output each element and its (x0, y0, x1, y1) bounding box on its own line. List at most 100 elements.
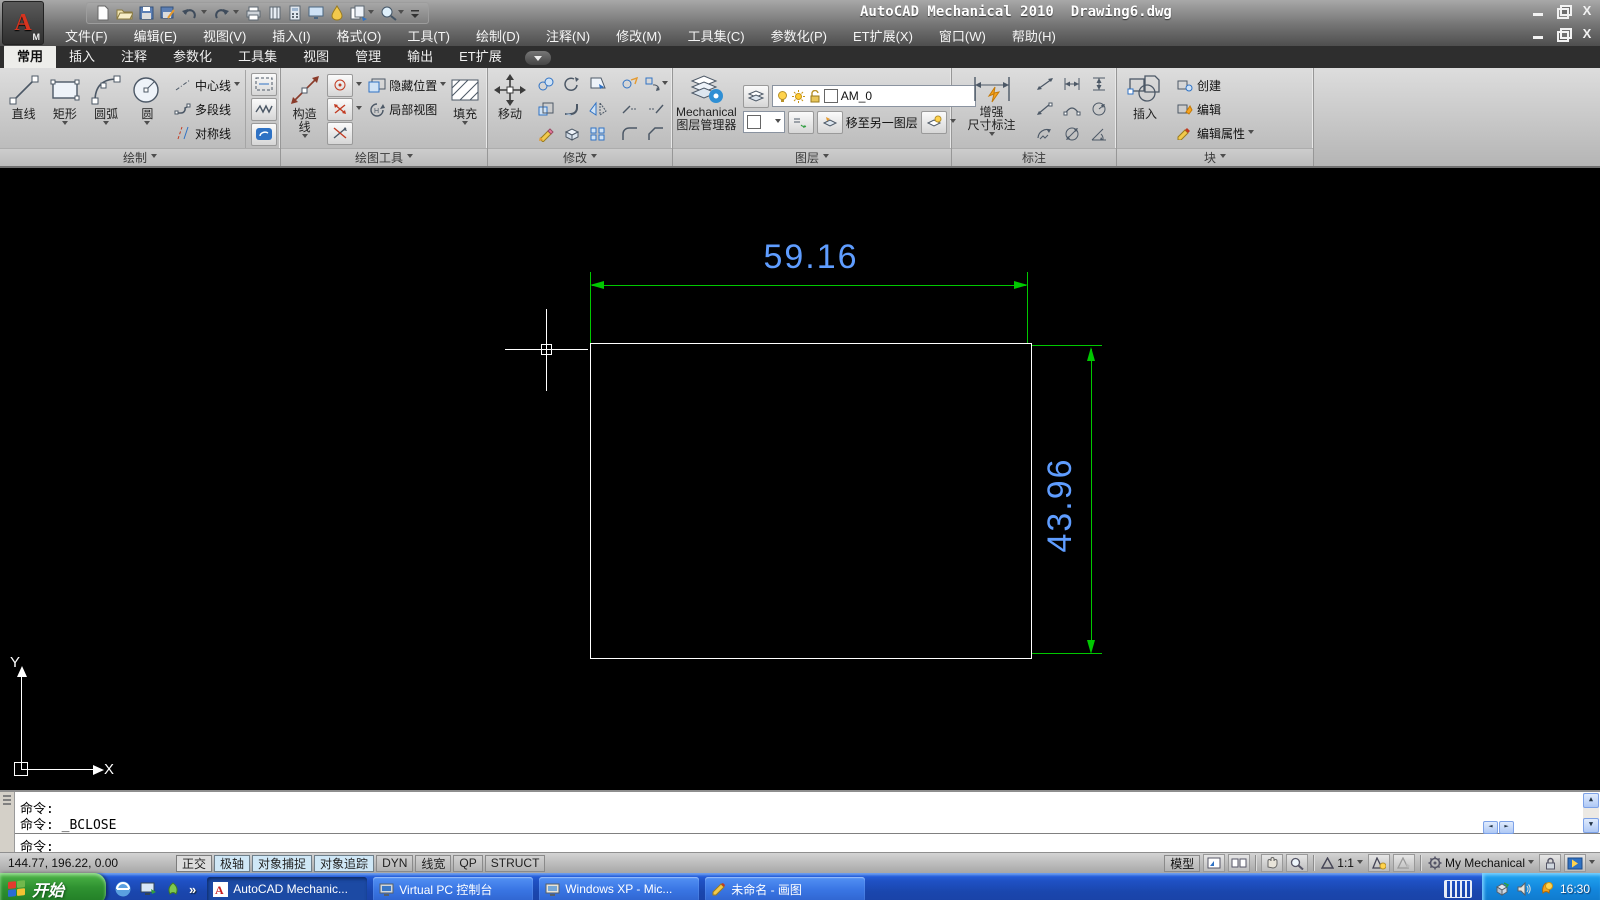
dim-baseline-button[interactable] (1032, 97, 1058, 122)
ribbon-tab-output[interactable]: 输出 (394, 44, 446, 68)
menu-draw[interactable]: 绘制(D) (463, 24, 533, 47)
ribbon-tab-toolsets[interactable]: 工具集 (225, 44, 290, 68)
stretch-button[interactable] (585, 72, 611, 97)
layer-isolate-button[interactable] (920, 110, 947, 134)
qat-customize-icon[interactable] (410, 5, 420, 21)
dim-radius-button[interactable] (1086, 97, 1112, 122)
restore-button[interactable] (1556, 5, 1572, 19)
menu-parametric[interactable]: 参数化(P) (758, 24, 840, 47)
layer-select-combo[interactable]: AM_0 (771, 85, 976, 107)
menu-toolsets[interactable]: 工具集(C) (675, 24, 758, 47)
menu-format[interactable]: 格式(O) (324, 24, 395, 47)
change-to-current-layer-button[interactable] (816, 110, 843, 134)
minimize-button[interactable] (1532, 5, 1546, 17)
toggle-lineweight[interactable]: 线宽 (415, 854, 452, 872)
qat-icon-9[interactable] (288, 5, 302, 21)
ribbon-tab-manage[interactable]: 管理 (342, 44, 394, 68)
new-file-icon[interactable] (95, 5, 110, 21)
extend-button[interactable] (643, 97, 669, 122)
command-input-line[interactable]: 命令: (20, 836, 54, 855)
modify-extra-1-button[interactable] (617, 72, 643, 97)
zigzag-line-button[interactable] (251, 97, 278, 121)
annotation-visibility-button[interactable] (1367, 854, 1390, 872)
block-edit-attributes-dropdown-icon[interactable] (1248, 129, 1255, 137)
toggle-dyn[interactable]: DYN (376, 854, 414, 872)
toggle-otrack[interactable]: 对象追踪 (314, 854, 375, 872)
qat-zoom-dropdown[interactable] (398, 9, 404, 17)
annotation-autoscale-button[interactable] (1392, 854, 1415, 872)
center-mark-dropdown-icon[interactable] (356, 81, 363, 89)
match-layer-button[interactable] (787, 110, 814, 134)
command-scroll-right-button[interactable]: ► (1499, 821, 1514, 834)
arc-button[interactable]: 圆弧 (86, 70, 127, 148)
array-button[interactable] (585, 122, 611, 147)
open-file-icon[interactable] (116, 5, 133, 21)
section-line-button[interactable] (251, 72, 278, 96)
construction-line-dropdown-icon[interactable] (301, 134, 308, 141)
insert-block-button[interactable]: 插入 (1120, 70, 1170, 148)
multi-arrow-button[interactable] (327, 97, 354, 121)
menu-window[interactable]: 窗口(W) (926, 24, 999, 47)
dim-angular-button[interactable] (1086, 122, 1112, 147)
quick-view-drawings-button[interactable] (1228, 854, 1251, 872)
taskbar-task-virtualpc[interactable]: Virtual PC 控制台 (373, 876, 534, 900)
internet-explorer-icon[interactable] (114, 880, 132, 898)
toggle-qp[interactable]: QP (453, 854, 483, 872)
fillet-weld-button[interactable] (559, 97, 585, 122)
block-create-button[interactable]: 创建 (1176, 75, 1254, 96)
multi-arrow-dropdown-icon[interactable] (356, 105, 363, 113)
quick-view-layouts-button[interactable] (1203, 854, 1226, 872)
scale-button[interactable] (533, 97, 559, 122)
toggle-polar[interactable]: 极轴 (214, 854, 251, 872)
workspace-switcher[interactable]: My Mechanical (1426, 856, 1536, 870)
layer-color-swatch[interactable] (823, 89, 838, 103)
dim-jogged-button[interactable] (1032, 122, 1058, 147)
annotation-scale-button[interactable]: 1:1 (1319, 856, 1365, 870)
drawing-close-button[interactable]: X (1580, 27, 1594, 40)
pan-button[interactable] (1261, 854, 1284, 872)
rotate-button[interactable] (559, 72, 585, 97)
command-window-grip[interactable] (0, 792, 15, 852)
drawing-minimize-button[interactable] (1532, 28, 1546, 40)
erase-construction-button[interactable] (327, 121, 354, 145)
qat-icon-10[interactable] (308, 5, 325, 21)
trim-button[interactable] (617, 97, 643, 122)
qat-icon-8[interactable] (268, 5, 282, 21)
color-select-combo[interactable] (742, 111, 785, 133)
volume-icon[interactable] (1516, 881, 1532, 897)
qat-icon-11[interactable] (331, 5, 344, 21)
power-dimension-dropdown-icon[interactable] (988, 132, 995, 139)
ribbon-tab-et[interactable]: ET扩展 (446, 44, 515, 68)
hatch-dropdown-icon[interactable] (462, 121, 469, 128)
close-button[interactable]: X (1580, 4, 1594, 17)
dim-arc-button[interactable] (1059, 97, 1085, 122)
ribbon-tab-insert[interactable]: 插入 (56, 44, 108, 68)
erase-button[interactable] (533, 122, 559, 147)
power-dimension-button[interactable]: 增强 尺寸标注 (955, 70, 1028, 148)
menu-file[interactable]: 文件(F) (52, 24, 121, 47)
redo-dropdown-icon[interactable] (233, 9, 239, 17)
hatch-button[interactable]: 填充 (446, 70, 484, 148)
input-method-keyboard-icon[interactable] (1443, 880, 1472, 898)
panel-draw-title[interactable]: 绘制 (0, 148, 280, 166)
qat-icon-12[interactable] (350, 5, 374, 21)
drawing-restore-button[interactable] (1556, 28, 1572, 42)
menu-insert[interactable]: 插入(I) (259, 24, 323, 47)
command-scroll-left-button[interactable]: ◄ (1483, 821, 1498, 834)
undo-dropdown-icon[interactable] (201, 9, 207, 17)
hidden-position-button[interactable]: 隐藏位置 (368, 75, 447, 96)
qat-zoom-icon[interactable] (380, 5, 404, 21)
undo-icon[interactable] (181, 5, 207, 21)
partial-view-button[interactable]: H 局部视图 (368, 99, 446, 120)
centerline-dropdown-icon[interactable] (234, 81, 241, 89)
status-more-dropdown-icon[interactable] (1589, 859, 1595, 867)
arc-dropdown-icon[interactable] (103, 121, 110, 128)
show-desktop-icon[interactable] (139, 880, 157, 898)
layer-thaw-icon[interactable] (791, 89, 805, 103)
layer-tools-button[interactable] (742, 84, 769, 108)
taskbar-task-autocad[interactable]: A AutoCAD Mechanic... (207, 876, 368, 900)
dim-aligned-button[interactable] (1032, 72, 1058, 97)
construction-line-button[interactable]: 构造 线 (284, 70, 325, 148)
clean-screen-button[interactable] (1564, 854, 1586, 872)
copy-button[interactable] (533, 72, 559, 97)
